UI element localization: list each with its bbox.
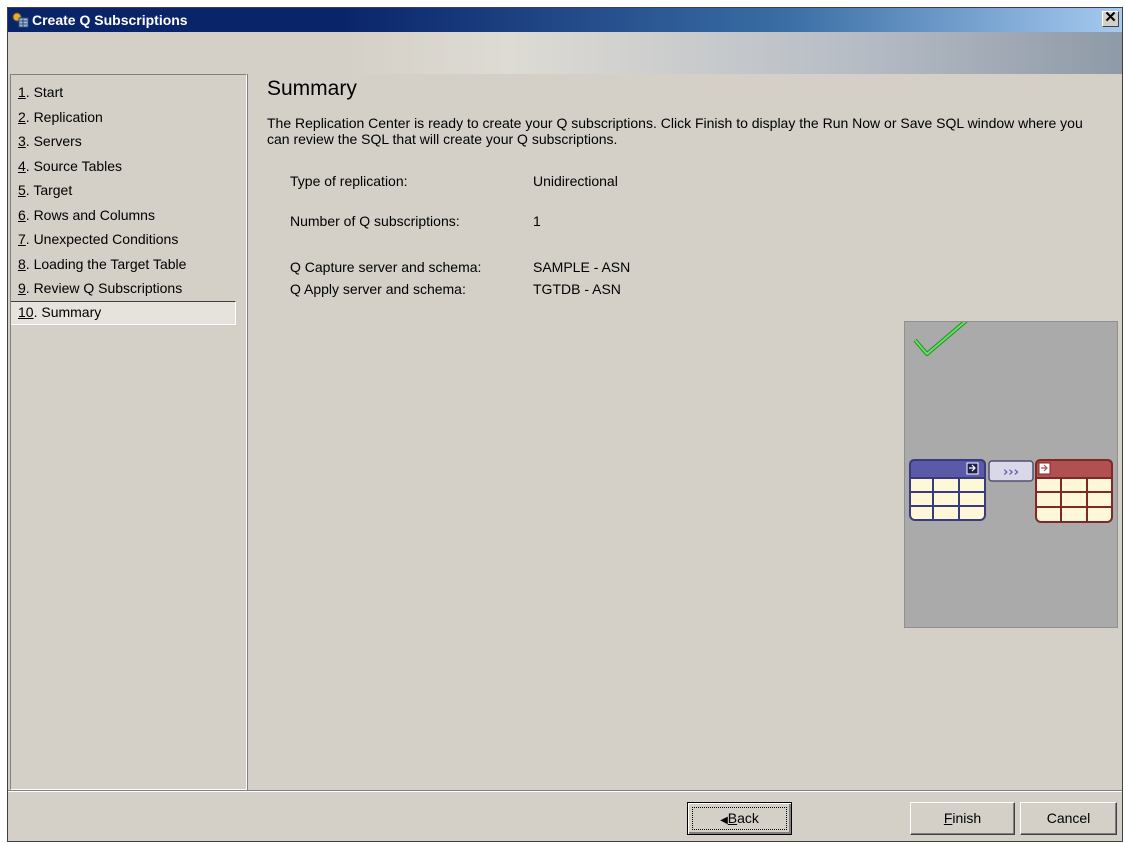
target-table-icon [1035, 459, 1113, 523]
svg-text:›››: ››› [1003, 465, 1019, 480]
window-title: Create Q Subscriptions [32, 12, 188, 28]
type-of-replication-value: Unidirectional [533, 173, 618, 189]
nav-step-loading-target-table[interactable]: 8. Loading the Target Table [18, 252, 243, 277]
summary-intro-text: The Replication Center is ready to creat… [267, 115, 1083, 147]
header-banner [8, 32, 1122, 74]
apply-server-value: TGTDB - ASN [533, 281, 621, 297]
number-of-subscriptions-label: Number of Q subscriptions: [290, 213, 460, 229]
number-of-subscriptions-value: 1 [533, 213, 541, 229]
finish-button[interactable]: Finish [910, 802, 1015, 835]
footer-separator [8, 790, 1122, 792]
summary-panel: Summary The Replication Center is ready … [247, 74, 1123, 790]
nav-step-target[interactable]: 5. Target [18, 178, 243, 203]
page-title: Summary [267, 77, 357, 100]
nav-step-replication[interactable]: 2. Replication [18, 105, 243, 130]
capture-server-value: SAMPLE - ASN [533, 259, 631, 275]
replication-graphic: ››› [904, 321, 1118, 628]
capture-server-label: Q Capture server and schema: [290, 259, 482, 275]
nav-step-rows-and-columns[interactable]: 6. Rows and Columns [18, 203, 243, 228]
source-table-icon [909, 459, 986, 521]
checkmark-icon [913, 322, 968, 356]
wizard-window: Create Q Subscriptions ✕ 1. Start 2. Rep… [7, 7, 1123, 842]
type-of-replication-label: Type of replication: [290, 173, 408, 189]
nav-step-start[interactable]: 1. Start [18, 80, 243, 105]
back-button[interactable]: ◀Back [687, 802, 792, 835]
wizard-step-list: 1. Start 2. Replication 3. Servers 4. So… [10, 74, 247, 790]
nav-step-servers[interactable]: 3. Servers [18, 129, 243, 154]
title-bar[interactable]: Create Q Subscriptions ✕ [8, 8, 1122, 32]
focus-rect [692, 807, 787, 830]
close-icon[interactable]: ✕ [1102, 10, 1119, 27]
apply-server-label: Q Apply server and schema: [290, 281, 466, 297]
cancel-button[interactable]: Cancel [1020, 802, 1117, 835]
nav-step-source-tables[interactable]: 4. Source Tables [18, 154, 243, 179]
wizard-app-icon [12, 12, 29, 28]
nav-step-review-q-subscriptions[interactable]: 9. Review Q Subscriptions [18, 276, 243, 301]
nav-step-summary[interactable]: 10. Summary [11, 300, 236, 325]
nav-step-unexpected-conditions[interactable]: 7. Unexpected Conditions [18, 227, 243, 252]
replication-arrows-icon: ››› [988, 460, 1034, 482]
